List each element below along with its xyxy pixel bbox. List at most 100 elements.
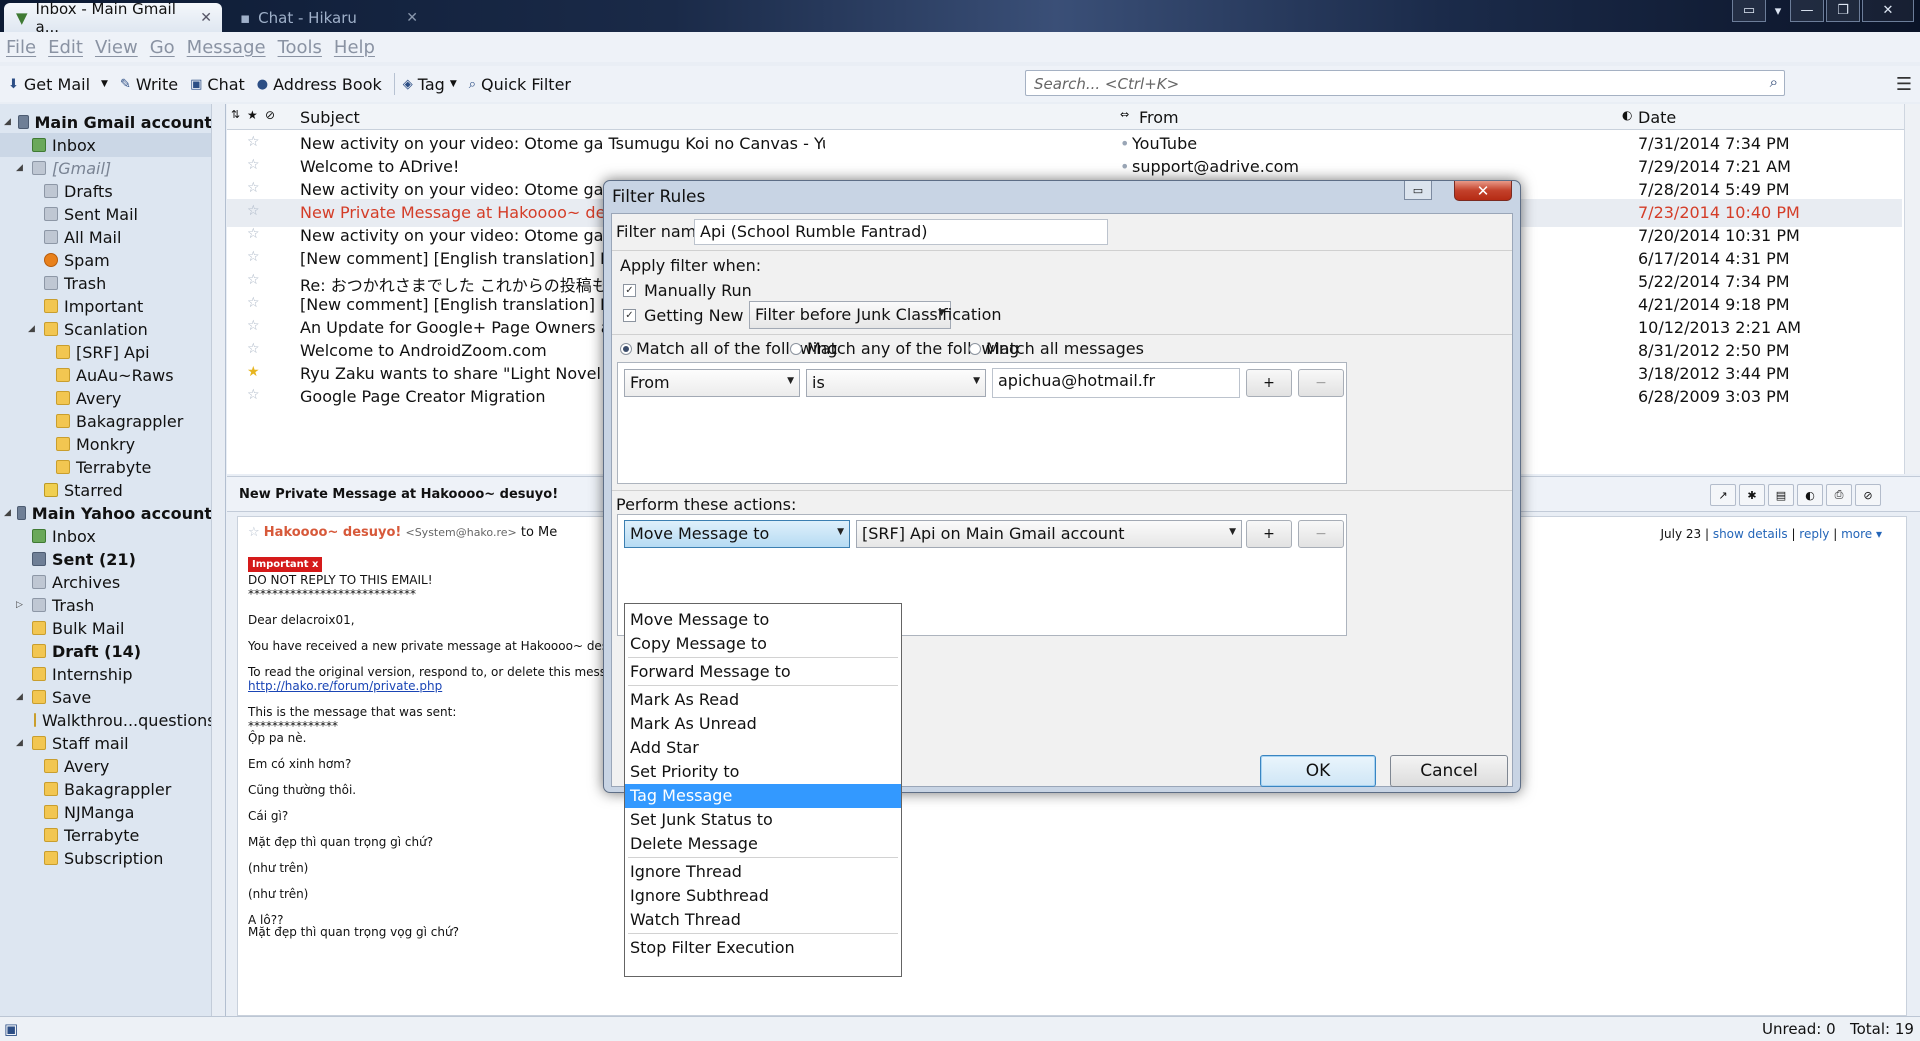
folder-item[interactable]: Internship: [0, 662, 212, 686]
star-icon[interactable]: ☆: [247, 295, 260, 311]
message-link[interactable]: http://hako.re/forum/private.php: [248, 679, 442, 693]
folder-item[interactable]: Avery: [0, 754, 212, 778]
match-all-radio[interactable]: [620, 343, 632, 355]
folder-item[interactable]: Subscription: [0, 846, 212, 870]
action-option[interactable]: Set Priority to: [625, 760, 901, 784]
online-status-icon[interactable]: ▣: [4, 1020, 18, 1038]
menu-message[interactable]: Message: [187, 37, 266, 58]
folder-item[interactable]: Spam: [0, 248, 212, 272]
close-window-icon[interactable]: ✕: [1862, 0, 1914, 22]
action-option[interactable]: Delete Message: [625, 832, 901, 856]
folder-item[interactable]: Starred: [0, 478, 212, 502]
menu-go[interactable]: Go: [150, 37, 175, 58]
action-option[interactable]: Ignore Subthread: [625, 884, 901, 908]
add-rule-button[interactable]: +: [1246, 369, 1292, 397]
delete-icon[interactable]: ⊘: [1855, 484, 1881, 506]
folder-item[interactable]: Bakagrappler: [0, 409, 212, 433]
app-menu-icon[interactable]: ☰: [1896, 74, 1912, 95]
chevron-down-icon[interactable]: ▾: [1768, 0, 1788, 22]
minimize-icon[interactable]: —: [1790, 0, 1824, 22]
folder-item[interactable]: ▷ Trash: [0, 593, 212, 617]
dialog-restore-icon[interactable]: ▭: [1404, 181, 1432, 200]
folder-item[interactable]: Archives: [0, 570, 212, 594]
thread-column-icon[interactable]: ⇅: [231, 108, 240, 121]
star-icon[interactable]: ☆: [247, 226, 260, 242]
chevron-down-icon[interactable]: ▼: [101, 79, 108, 89]
folder-item[interactable]: ◢ Main Yahoo account: [0, 501, 212, 525]
twisty-icon[interactable]: ◢: [4, 117, 12, 127]
close-tab-icon[interactable]: ✕: [200, 10, 212, 26]
star-icon[interactable]: ☆: [247, 203, 260, 219]
match-any-radio[interactable]: [790, 343, 802, 355]
filter-name-input[interactable]: Api (School Rumble Fantrad): [694, 219, 1108, 245]
folder-item[interactable]: Walkthrou...questions: [0, 708, 216, 732]
action-option[interactable]: Mark As Read: [625, 688, 901, 712]
ok-button[interactable]: OK: [1260, 755, 1376, 787]
action-option[interactable]: Watch Thread: [625, 908, 901, 932]
folder-item[interactable]: NJManga: [0, 800, 212, 824]
gear-icon[interactable]: ✱: [1739, 484, 1765, 506]
folder-item[interactable]: All Mail: [0, 225, 212, 249]
twisty-icon[interactable]: ▷: [16, 600, 26, 610]
folder-item[interactable]: AuAu~Raws: [0, 363, 212, 387]
star-icon[interactable]: ☆: [247, 272, 260, 288]
folder-item[interactable]: Bakagrappler: [0, 777, 212, 801]
folder-item[interactable]: Drafts: [0, 179, 212, 203]
chat-button[interactable]: ▣ Chat: [190, 75, 245, 94]
manually-run-checkbox[interactable]: ✓: [623, 284, 636, 297]
address-book-button[interactable]: ● Address Book: [257, 75, 382, 94]
action-target-select[interactable]: [SRF] Api on Main Gmail account ▼: [856, 520, 1242, 548]
tab-chat[interactable]: ▪ Chat - Hikaru ✕: [228, 3, 428, 32]
action-option[interactable]: Forward Message to: [625, 660, 901, 684]
star-icon[interactable]: ☆: [247, 180, 260, 196]
twisty-icon[interactable]: ◢: [28, 324, 38, 334]
rule-field-select[interactable]: From ▼: [624, 369, 800, 397]
folder-item[interactable]: ◢ Save: [0, 685, 212, 709]
star-icon[interactable]: ☆: [247, 387, 260, 403]
getting-new-mail-checkbox[interactable]: ✓: [623, 309, 636, 322]
folder-item[interactable]: Important: [0, 294, 212, 318]
get-mail-button[interactable]: ⬇ Get Mail ▼: [8, 75, 108, 94]
action-option[interactable]: Add Star: [625, 736, 901, 760]
maximize-icon[interactable]: ❐: [1826, 0, 1860, 22]
folder-item[interactable]: Inbox: [0, 133, 212, 157]
search-input[interactable]: Search... <Ctrl+K> ⌕: [1025, 70, 1785, 96]
star-icon[interactable]: ☆: [247, 318, 260, 334]
junk-column-icon[interactable]: ◐: [1622, 108, 1632, 122]
close-tab-icon[interactable]: ✕: [406, 10, 418, 26]
read-status-icon[interactable]: •: [1120, 134, 1129, 153]
star-icon[interactable]: ★: [247, 364, 260, 380]
menu-tools[interactable]: Tools: [278, 37, 322, 58]
twisty-icon[interactable]: ◢: [16, 163, 26, 173]
action-option[interactable]: Copy Message to: [625, 632, 901, 656]
important-badge[interactable]: Important x: [248, 557, 323, 572]
tab-list-icon[interactable]: ▭: [1732, 0, 1766, 22]
date-column[interactable]: Date: [1638, 108, 1676, 127]
tab-inbox[interactable]: ▼ Inbox - Main Gmail a... ✕: [4, 0, 222, 36]
reply-link[interactable]: reply: [1799, 527, 1829, 541]
menu-file[interactable]: File: [6, 37, 36, 58]
tag-button[interactable]: ◈ Tag ▼: [403, 75, 457, 94]
dialog-close-button[interactable]: ✕: [1454, 181, 1512, 201]
star-icon[interactable]: ☆: [247, 341, 260, 357]
folder-item[interactable]: Terrabyte: [0, 455, 212, 479]
close-icon[interactable]: x: [312, 559, 318, 570]
star-icon[interactable]: ☆: [248, 525, 260, 540]
subject-column[interactable]: Subject: [300, 108, 360, 127]
more-link[interactable]: more ▾: [1841, 527, 1882, 541]
rule-value-input[interactable]: apichua@hotmail.fr: [992, 368, 1240, 398]
twisty-icon[interactable]: ◢: [16, 692, 26, 702]
folder-item[interactable]: Trash: [0, 271, 212, 295]
folder-item[interactable]: Draft (14): [0, 639, 212, 663]
folder-item[interactable]: Bulk Mail: [0, 616, 212, 640]
folder-item[interactable]: ◢ [Gmail]: [0, 156, 212, 180]
show-details-link[interactable]: show details: [1713, 527, 1788, 541]
attachment-column-icon[interactable]: ⊘: [265, 108, 275, 122]
rule-operator-select[interactable]: is ▼: [806, 369, 986, 397]
sender-name[interactable]: Hakoooo~ desuyo!: [264, 525, 402, 540]
folder-item[interactable]: Inbox: [0, 524, 212, 548]
from-column[interactable]: From: [1139, 108, 1179, 127]
folder-item[interactable]: ◢ Staff mail: [0, 731, 212, 755]
add-action-button[interactable]: +: [1246, 520, 1292, 548]
folder-item[interactable]: Avery: [0, 386, 212, 410]
